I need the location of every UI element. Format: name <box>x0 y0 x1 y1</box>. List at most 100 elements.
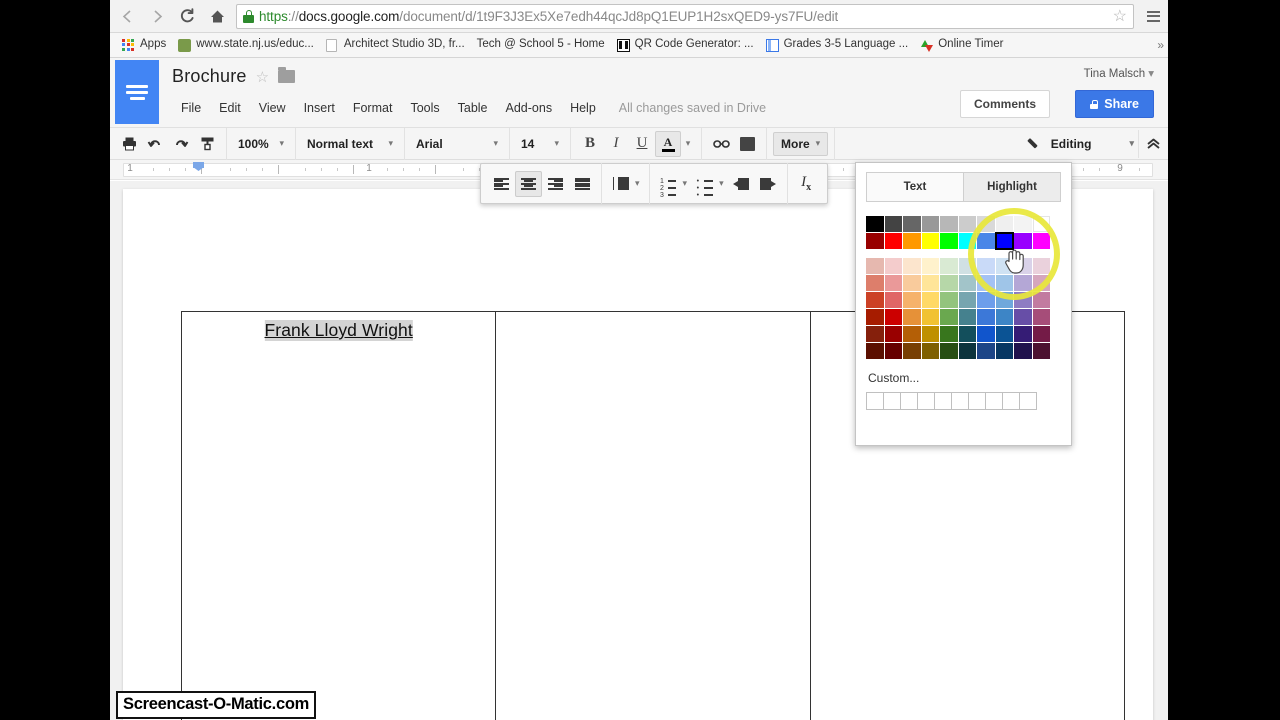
bookmarks-overflow-icon[interactable]: » <box>1157 38 1168 52</box>
address-bar[interactable]: https://docs.google.com/document/d/1t9F3… <box>236 4 1134 29</box>
color-swatch[interactable] <box>959 292 977 308</box>
color-swatch[interactable] <box>940 326 958 342</box>
color-swatch[interactable] <box>977 343 995 359</box>
star-icon[interactable]: ☆ <box>256 68 269 86</box>
color-swatch[interactable] <box>922 275 940 291</box>
color-swatch[interactable] <box>1033 343 1051 359</box>
color-swatch[interactable] <box>1033 309 1051 325</box>
color-swatch[interactable] <box>866 216 884 232</box>
collapse-toolbar-icon[interactable] <box>1138 130 1168 158</box>
menu-file[interactable]: File <box>172 98 210 118</box>
zoom-selector[interactable]: 100% ▾ <box>233 132 289 156</box>
underline-button[interactable]: U <box>629 132 655 156</box>
custom-color-swatch[interactable] <box>900 392 918 410</box>
increase-indent-icon[interactable] <box>755 171 782 197</box>
color-swatch[interactable] <box>977 233 995 249</box>
color-swatch[interactable] <box>1033 258 1051 274</box>
custom-color-swatch[interactable] <box>934 392 952 410</box>
color-swatch[interactable] <box>1033 292 1051 308</box>
color-swatch[interactable] <box>996 343 1014 359</box>
color-swatch[interactable] <box>885 292 903 308</box>
brochure-heading[interactable]: Frank Lloyd Wright <box>264 320 412 341</box>
color-swatch[interactable] <box>996 326 1014 342</box>
custom-color-swatch[interactable] <box>951 392 969 410</box>
color-swatch[interactable] <box>940 275 958 291</box>
back-arrow-icon[interactable] <box>114 3 140 29</box>
bookmark-architect-studio[interactable]: Architect Studio 3D, fr... <box>320 35 471 55</box>
color-swatch[interactable] <box>977 326 995 342</box>
menu-help[interactable]: Help <box>561 98 605 118</box>
color-swatch[interactable] <box>903 326 921 342</box>
undo-icon[interactable] <box>142 132 168 156</box>
color-swatch[interactable] <box>903 309 921 325</box>
menu-format[interactable]: Format <box>344 98 402 118</box>
tab-text[interactable]: Text <box>866 172 963 202</box>
color-swatch[interactable] <box>885 233 903 249</box>
custom-color-swatch[interactable] <box>883 392 901 410</box>
highlight-color-icon[interactable] <box>734 132 760 156</box>
color-swatch[interactable] <box>977 292 995 308</box>
color-swatch[interactable] <box>922 292 940 308</box>
color-swatch[interactable] <box>866 343 884 359</box>
menu-table[interactable]: Table <box>449 98 497 118</box>
line-spacing-icon[interactable] <box>607 171 634 197</box>
custom-color-swatch[interactable] <box>1019 392 1037 410</box>
color-swatch[interactable] <box>996 309 1014 325</box>
brochure-column-1[interactable]: Frank Lloyd Wright <box>182 312 496 720</box>
more-button[interactable]: More ▾ <box>773 132 828 156</box>
bookmark-apps[interactable]: Apps <box>116 35 172 55</box>
custom-color-swatch[interactable] <box>917 392 935 410</box>
forward-arrow-icon[interactable] <box>144 3 170 29</box>
color-swatch[interactable] <box>885 258 903 274</box>
color-swatch[interactable] <box>1033 233 1051 249</box>
color-swatch[interactable] <box>903 233 921 249</box>
color-swatch[interactable] <box>866 292 884 308</box>
bookmark-nj-state[interactable]: www.state.nj.us/educ... <box>172 35 320 55</box>
color-swatch[interactable] <box>1014 292 1032 308</box>
share-button[interactable]: Share <box>1075 90 1154 118</box>
color-swatch[interactable] <box>1033 275 1051 291</box>
bookmark-star-icon[interactable]: ☆ <box>1107 6 1127 26</box>
clear-formatting-icon[interactable]: Ix <box>793 171 820 197</box>
color-swatch[interactable] <box>1033 326 1051 342</box>
italic-button[interactable]: I <box>603 132 629 156</box>
color-swatch[interactable] <box>977 275 995 291</box>
color-swatch[interactable] <box>866 326 884 342</box>
color-swatch[interactable] <box>885 275 903 291</box>
color-swatch[interactable] <box>866 258 884 274</box>
home-icon[interactable] <box>204 3 230 29</box>
color-swatch[interactable] <box>885 326 903 342</box>
custom-color-label[interactable]: Custom... <box>868 371 1071 385</box>
color-swatch[interactable] <box>959 309 977 325</box>
paragraph-style-selector[interactable]: Normal text ▾ <box>302 132 398 156</box>
bulleted-list-icon[interactable]: • • • <box>691 171 718 197</box>
color-swatch[interactable] <box>977 216 995 232</box>
color-picker-popup[interactable]: Text Highlight Custom... <box>855 162 1072 446</box>
color-swatch[interactable] <box>959 343 977 359</box>
menu-insert[interactable]: Insert <box>295 98 344 118</box>
color-swatch[interactable] <box>885 309 903 325</box>
numbered-list-icon[interactable]: 1 2 3 <box>655 171 682 197</box>
chevron-down-icon[interactable]: ▾ <box>719 178 724 189</box>
align-right-icon[interactable] <box>542 171 569 197</box>
custom-color-swatch[interactable] <box>866 392 884 410</box>
color-swatch[interactable] <box>959 258 977 274</box>
color-swatch[interactable] <box>959 233 977 249</box>
color-swatch[interactable] <box>922 326 940 342</box>
edit-mode-selector[interactable]: Editing ▾ <box>1029 137 1138 151</box>
chevron-down-icon[interactable]: ▾ <box>683 178 688 189</box>
first-line-indent-marker[interactable] <box>193 162 204 168</box>
color-swatch[interactable] <box>996 292 1014 308</box>
color-swatch[interactable] <box>922 343 940 359</box>
custom-color-swatch[interactable] <box>1002 392 1020 410</box>
custom-color-swatch[interactable] <box>985 392 1003 410</box>
menu-tools[interactable]: Tools <box>401 98 448 118</box>
brochure-column-2[interactable] <box>496 312 810 720</box>
tab-highlight[interactable]: Highlight <box>963 172 1061 202</box>
color-swatch[interactable] <box>1014 326 1032 342</box>
chevron-down-icon[interactable]: ▾ <box>635 178 640 189</box>
color-swatch[interactable] <box>903 258 921 274</box>
color-swatch[interactable] <box>940 309 958 325</box>
color-swatch[interactable] <box>866 309 884 325</box>
color-swatch[interactable] <box>940 292 958 308</box>
